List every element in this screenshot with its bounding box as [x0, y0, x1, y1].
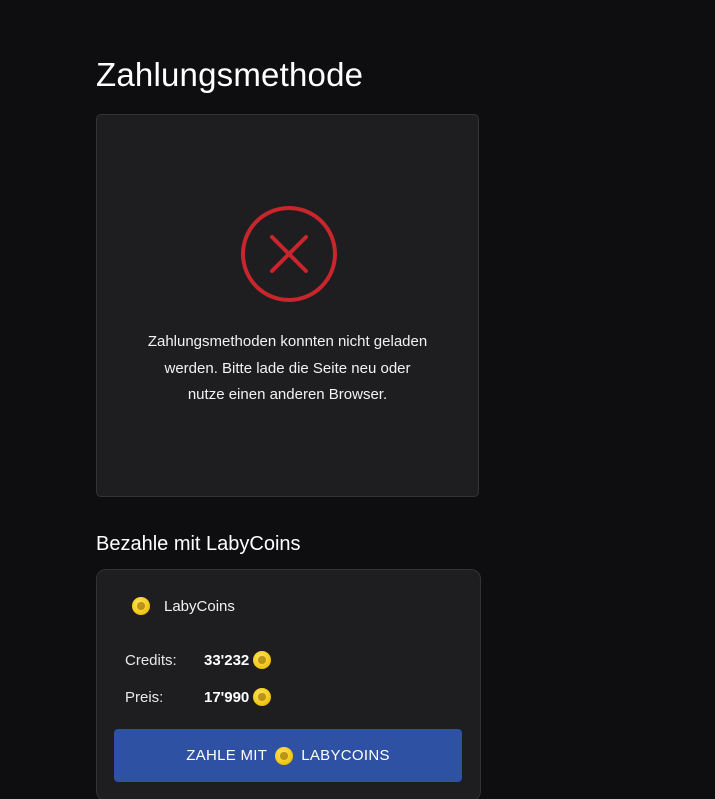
page-title: Zahlungsmethode	[96, 56, 364, 93]
labycoin-icon	[132, 597, 150, 615]
payment-methods-error-card: Zahlungsmethoden konnten nicht geladen w…	[96, 114, 479, 497]
credits-value: 33'232	[204, 651, 250, 669]
error-message-line: werden. Bitte lade die Seite neu oder	[164, 359, 411, 377]
error-message-line: Zahlungsmethoden konnten nicht geladen	[147, 333, 428, 350]
credits-label: Credits:	[125, 651, 177, 669]
credits-row: Credits: 33'232	[125, 651, 272, 669]
pay-with-labycoins-button[interactable]: ZAHLE MIT LABYCOINS	[114, 729, 462, 782]
price-label: Preis:	[125, 688, 164, 706]
error-message-line: nutze einen anderen Browser.	[187, 386, 388, 403]
labycoins-method-label: LabyCoins	[164, 597, 235, 615]
payment-page: Zahlungsmethode Zahlungsmethoden konnten…	[0, 0, 715, 799]
labycoins-section-title: Bezahle mit LabyCoins	[96, 533, 301, 555]
labycoin-icon	[253, 651, 272, 669]
error-x-circle-icon	[241, 206, 337, 302]
labycoins-card: LabyCoins Credits: 33'232 Preis: 17'990 …	[96, 569, 481, 799]
error-message: Zahlungsmethoden konnten nicht geladen w…	[117, 329, 458, 409]
labycoins-method: LabyCoins	[132, 597, 235, 615]
pay-button-label-end: LABYCOINS	[301, 747, 390, 764]
pay-button-label-start: ZAHLE MIT	[186, 747, 268, 764]
price-row: Preis: 17'990	[125, 688, 272, 706]
labycoin-icon	[253, 688, 272, 706]
labycoin-icon	[275, 746, 294, 765]
price-value: 17'990	[204, 688, 250, 706]
